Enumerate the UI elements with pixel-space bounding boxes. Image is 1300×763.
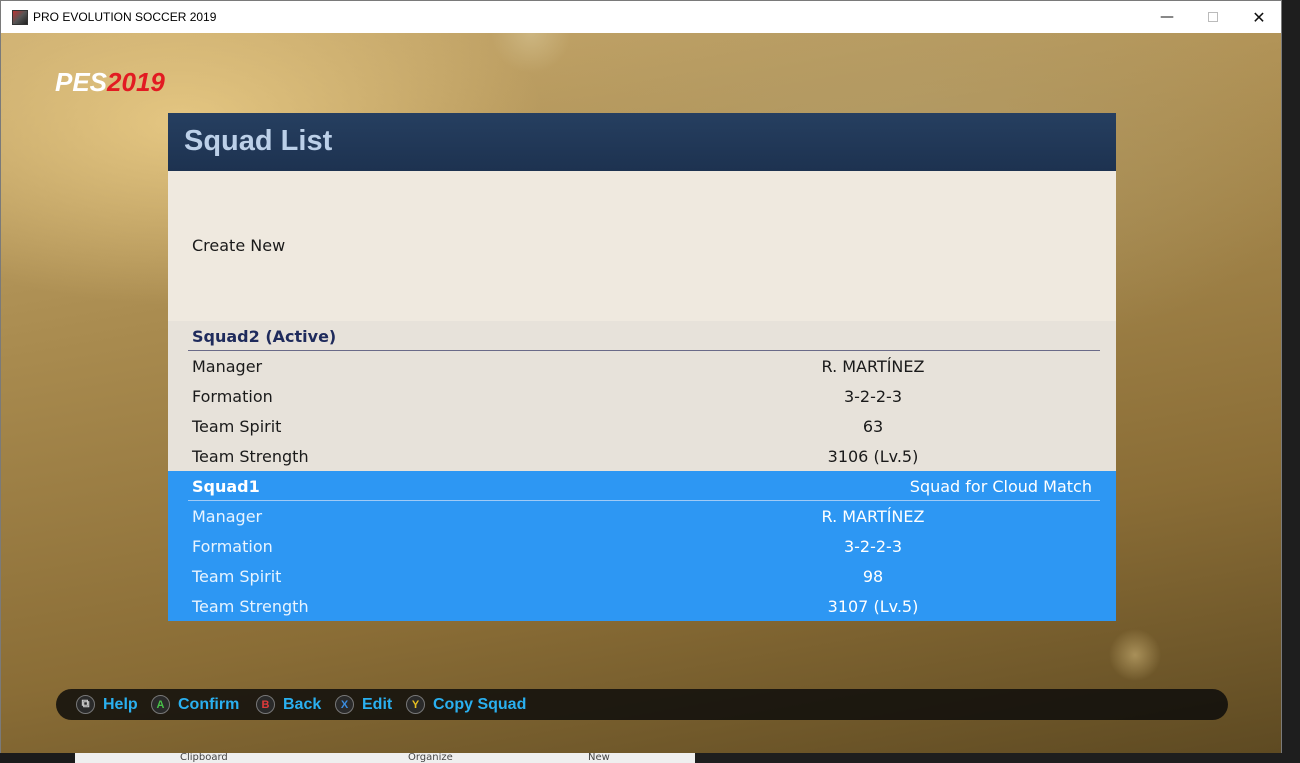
background-terminal — [695, 753, 1300, 763]
game-window: PRO EVOLUTION SOCCER 2019 — ✕ PES2019 Sq… — [0, 0, 1282, 753]
touchpad-button-icon: ⧉ — [76, 695, 95, 714]
b-button-icon: B — [256, 695, 275, 714]
ribbon-clipboard-label: Clipboard — [180, 753, 228, 763]
create-new-item[interactable]: Create New — [168, 171, 1116, 321]
background-editor-strip — [1282, 0, 1300, 763]
copy-squad-label: Copy Squad — [433, 695, 527, 713]
row-label: Team Strength — [192, 597, 309, 616]
x-button-icon: X — [335, 695, 354, 714]
squad-list-panel: Squad List Create New Squad2 (Active) Ma… — [168, 113, 1116, 621]
help-label: Help — [103, 695, 138, 713]
squad-header: Squad2 (Active) — [168, 321, 1116, 351]
minimize-icon: — — [1160, 9, 1174, 25]
back-control[interactable]: B Back — [256, 693, 321, 716]
row-value: R. MARTÍNEZ — [821, 507, 925, 526]
row-value: 3-2-2-3 — [843, 537, 903, 556]
squad-item-squad2[interactable]: Squad2 (Active) Manager R. MARTÍNEZ Form… — [168, 321, 1116, 471]
copy-squad-control[interactable]: Y Copy Squad — [406, 693, 526, 716]
row-label: Formation — [192, 537, 273, 556]
background-left-block — [0, 753, 75, 763]
squad-name: Squad1 — [192, 477, 260, 496]
window-title: PRO EVOLUTION SOCCER 2019 — [33, 10, 217, 24]
background-explorer-ribbon: Clipboard Organize New — [0, 753, 1300, 763]
squad-row-manager: Manager R. MARTÍNEZ — [168, 501, 1116, 531]
a-button-icon: A — [151, 695, 170, 714]
maximize-icon — [1208, 12, 1218, 22]
app-icon — [12, 10, 28, 25]
game-screen: PES2019 Squad List Create New Squad2 (Ac… — [1, 33, 1281, 753]
confirm-label: Confirm — [178, 695, 240, 713]
row-value: 63 — [862, 417, 884, 436]
row-value: 3-2-2-3 — [843, 387, 903, 406]
row-label: Team Strength — [192, 447, 309, 466]
maximize-button[interactable] — [1190, 1, 1236, 33]
row-value: 3106 (Lv.5) — [827, 447, 919, 466]
y-button-icon: Y — [406, 695, 425, 714]
row-label: Manager — [192, 507, 263, 526]
confirm-control[interactable]: A Confirm — [151, 693, 239, 716]
squad-name: Squad2 (Active) — [192, 327, 337, 346]
squad-row-team-spirit: Team Spirit 63 — [168, 411, 1116, 441]
logo-pes-text: PES — [55, 67, 108, 97]
page-title: Squad List — [184, 125, 333, 157]
minimize-button[interactable]: — — [1144, 1, 1190, 33]
row-label: Formation — [192, 387, 273, 406]
squad-row-formation: Formation 3-2-2-3 — [168, 381, 1116, 411]
row-value: 98 — [862, 567, 884, 586]
squad-row-team-strength: Team Strength 3107 (Lv.5) — [168, 591, 1116, 621]
title-bar[interactable]: PRO EVOLUTION SOCCER 2019 — ✕ — [1, 1, 1281, 33]
close-icon: ✕ — [1252, 7, 1266, 27]
squad-item-squad1[interactable]: Squad1 Squad for Cloud Match Manager R. … — [168, 471, 1116, 621]
row-label: Team Spirit — [192, 567, 282, 586]
squad-tag: Squad for Cloud Match — [909, 477, 1092, 496]
controls-bar: ⧉ Help A Confirm B Back X Edit Y Copy Sq… — [56, 689, 1228, 720]
row-label: Manager — [192, 357, 263, 376]
help-control[interactable]: ⧉ Help — [76, 693, 138, 716]
edit-control[interactable]: X Edit — [335, 693, 392, 716]
squad-row-team-spirit: Team Spirit 98 — [168, 561, 1116, 591]
squad-header: Squad1 Squad for Cloud Match — [168, 471, 1116, 501]
ribbon-new-label: New — [588, 753, 610, 763]
close-button[interactable]: ✕ — [1236, 1, 1282, 33]
create-new-label: Create New — [192, 236, 286, 255]
squad-row-manager: Manager R. MARTÍNEZ — [168, 351, 1116, 381]
squad-row-formation: Formation 3-2-2-3 — [168, 531, 1116, 561]
pes-logo: PES2019 — [55, 67, 165, 98]
panel-header: Squad List — [168, 113, 1116, 171]
row-value: 3107 (Lv.5) — [827, 597, 919, 616]
row-label: Team Spirit — [192, 417, 282, 436]
logo-year-text: 2019 — [107, 67, 165, 97]
row-value: R. MARTÍNEZ — [821, 357, 925, 376]
squad-row-team-strength: Team Strength 3106 (Lv.5) — [168, 441, 1116, 471]
back-label: Back — [283, 695, 322, 713]
edit-label: Edit — [362, 695, 393, 713]
ribbon-organize-label: Organize — [408, 753, 453, 763]
